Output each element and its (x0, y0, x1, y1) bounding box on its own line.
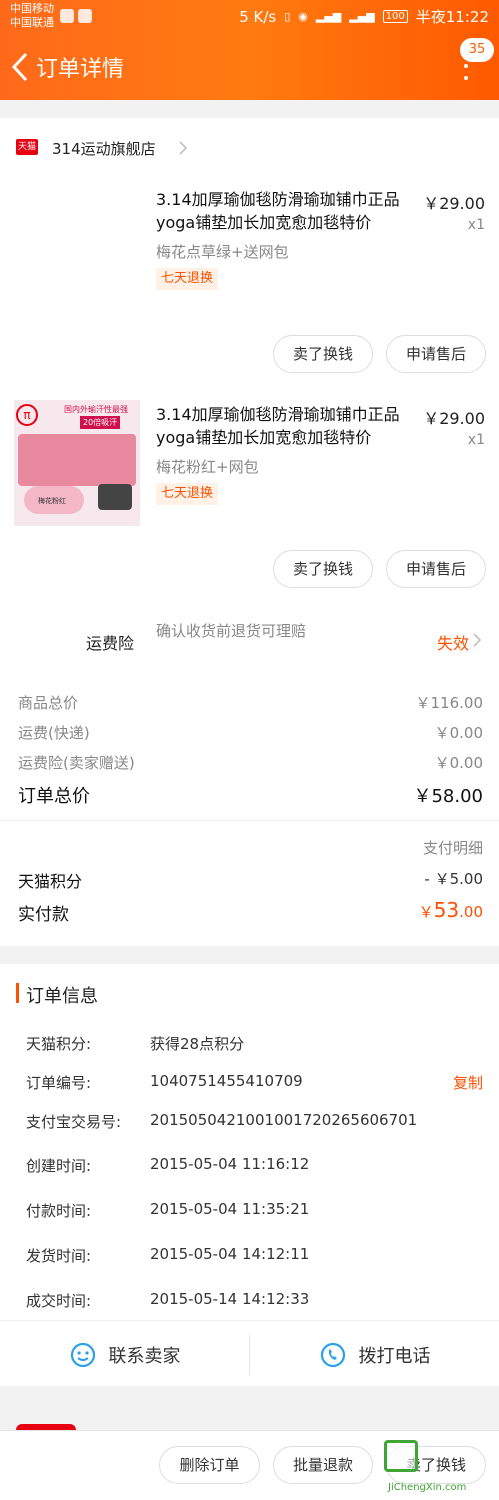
info-label-completed: 成交时间: (26, 1292, 92, 1310)
info-label-created: 创建时间: (26, 1157, 92, 1175)
chat-face-icon (70, 1342, 95, 1368)
info-value-created: 2015-05-04 11:16:12 (150, 1155, 310, 1173)
store-row[interactable]: 天猫 314运动旗舰店 (0, 118, 499, 176)
product-qty-1: x1 (467, 217, 485, 233)
info-value-points: 获得28点积分 (150, 1035, 245, 1053)
payment-detail-link[interactable]: 支付明细 (423, 837, 483, 858)
sell-button-2[interactable]: 卖了换钱 (273, 550, 373, 588)
bulk-refund-button[interactable]: 批量退款 (273, 1446, 373, 1484)
brand-logo-icon: π (16, 404, 38, 426)
insurance-desc: 确认收货前退货可理赔 (156, 622, 307, 640)
notification-icons (60, 9, 92, 23)
after-sale-button-2[interactable]: 申请售后 (386, 550, 486, 588)
vibrate-icon: ▯ (284, 10, 291, 23)
top-bar: 中国移动 中国联通 5 K/s ▯ ◉ ▂▄▆ ▂▄▆ 100 半夜11:22 … (0, 0, 499, 100)
sell-button-1[interactable]: 卖了换钱 (273, 335, 373, 373)
order-info-title: 订单信息 (26, 986, 98, 1007)
copy-button[interactable]: 复制 (453, 1072, 483, 1093)
chevron-right-icon[interactable] (472, 632, 482, 648)
carrier-2: 中国联通 (10, 16, 54, 29)
signal-4g-icon: ▂▄▆ (315, 10, 342, 23)
product-thumbnail-2[interactable]: π 国内外瑜汗性最强 20倍吸汗 梅花粉红 (14, 400, 140, 526)
paid-amount-label: 实付款 (18, 905, 69, 925)
clock: 半夜11:22 (415, 8, 489, 26)
delete-order-button[interactable]: 删除订单 (159, 1446, 260, 1484)
info-label-alipay-no: 支付宝交易号: (26, 1113, 122, 1131)
contact-seller-button[interactable]: 联系卖家 (0, 1321, 249, 1389)
product-title-2[interactable]: 3.14加厚瑜伽毯防滑瑜珈铺巾正品yoga铺垫加长加宽愈加毯特价 (156, 403, 412, 449)
shipping-insurance-value: ￥0.00 (434, 754, 483, 772)
info-value-order-no: 1040751455410709 (150, 1072, 303, 1090)
thumb-banner: 国内外瑜汗性最强 (64, 405, 128, 414)
info-value-shipped: 2015-05-04 14:12:11 (150, 1245, 310, 1263)
product-price-1: ￥29.00 (423, 194, 485, 213)
order-total-value: ￥58.00 (413, 786, 483, 807)
mesh-bag-image (98, 484, 132, 510)
product-sku-1: 梅花点草绿+送网包 (156, 243, 289, 261)
insurance-label: 运费险 (86, 634, 135, 653)
product-title-1[interactable]: 3.14加厚瑜伽毯防滑瑜珈铺巾正品yoga铺垫加长加宽愈加毯特价 (156, 188, 412, 234)
info-label-paid: 付款时间: (26, 1202, 92, 1220)
more-options-icon[interactable] (462, 62, 470, 82)
back-icon[interactable] (8, 50, 32, 84)
site-watermark: JiChengXin.com (384, 1440, 499, 1500)
goods-total-value: ￥116.00 (415, 694, 484, 712)
return-tag-2: 七天退换 (156, 483, 219, 505)
product-sku-2: 梅花粉红+网包 (156, 458, 259, 476)
shipping-value: ￥0.00 (434, 724, 483, 742)
tmall-logo: 天猫 (16, 139, 38, 155)
tmall-points-value: - ￥5.00 (424, 870, 483, 888)
return-tag-1: 七天退换 (156, 268, 219, 290)
product-qty-2: x1 (467, 432, 485, 448)
call-phone-button[interactable]: 拨打电话 (250, 1321, 499, 1389)
paid-decimal: .00 (459, 903, 483, 921)
insurance-status[interactable]: 失效 (437, 630, 469, 654)
shipping-label: 运费(快递) (18, 724, 90, 742)
goods-total-label: 商品总价 (18, 694, 79, 712)
chevron-right-icon (179, 141, 188, 155)
order-total-label: 订单总价 (18, 786, 90, 807)
info-label-order-no: 订单编号: (26, 1074, 92, 1092)
watermark-logo-icon (384, 1440, 418, 1472)
shield-icon (60, 9, 74, 23)
thumb-badge: 20倍吸汗 (80, 416, 121, 429)
carrier-1: 中国移动 (10, 2, 54, 15)
page-title: 订单详情 (36, 57, 125, 82)
battery-icon: 100 (382, 10, 408, 23)
tmall-points-label: 天猫积分 (18, 872, 83, 891)
eye-icon: ◉ (298, 10, 308, 23)
call-phone-label: 拨打电话 (358, 1346, 431, 1367)
section-marker (16, 983, 19, 1003)
after-sale-button-1[interactable]: 申请售后 (386, 335, 486, 373)
signal-3g-icon: ▂▄▆ (349, 10, 375, 23)
shipping-insurance-label: 运费险(卖家赠送) (18, 754, 135, 772)
info-value-alipay-no: 2015050421001001720265606701 (150, 1111, 418, 1129)
store-name: 314运动旗舰店 (52, 140, 156, 158)
status-right: 5 K/s ▯ ◉ ▂▄▆ ▂▄▆ 100 半夜11:22 (239, 6, 489, 27)
info-label-shipped: 发货时间: (26, 1247, 92, 1265)
phone-icon (320, 1342, 345, 1368)
info-value-completed: 2015-05-14 14:12:33 (150, 1290, 310, 1308)
yoga-mat-image (18, 434, 136, 486)
carrier-info: 中国移动 中国联通 (10, 2, 54, 30)
wechat-icon (78, 9, 92, 23)
paid-currency: ￥ (418, 903, 434, 921)
paid-amount-value: ￥53.00 (419, 898, 483, 922)
network-speed: 5 K/s (239, 7, 277, 26)
status-bar: 中国移动 中国联通 5 K/s ▯ ◉ ▂▄▆ ▂▄▆ 100 半夜11:22 (0, 0, 499, 34)
info-value-paid: 2015-05-04 11:35:21 (150, 1200, 310, 1218)
product-price-2: ￥29.00 (423, 409, 485, 428)
message-count-badge[interactable]: 35 (460, 38, 494, 62)
contact-seller-label: 联系卖家 (108, 1346, 181, 1367)
info-label-points: 天猫积分: (26, 1035, 92, 1053)
thumb-caption: 梅花粉红 (38, 497, 66, 505)
watermark-text: JiChengXin.com (388, 1482, 467, 1493)
divider (0, 820, 499, 821)
paid-integer: 53 (433, 898, 460, 922)
